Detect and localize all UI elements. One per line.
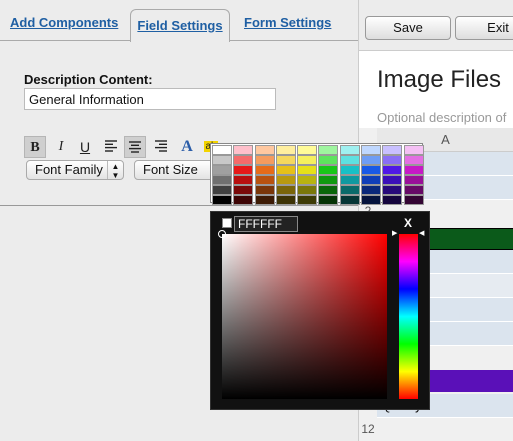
description-content-label: Description Content:: [24, 72, 153, 87]
align-left-icon: [105, 140, 117, 152]
tab-field-settings[interactable]: Field Settings: [130, 9, 230, 42]
color-swatch[interactable]: [233, 185, 254, 195]
description-content-input[interactable]: [24, 88, 276, 110]
color-swatch[interactable]: [254, 175, 275, 185]
align-center-icon: [129, 141, 141, 153]
color-picker-dialog: X ▶ ◀: [210, 211, 430, 410]
color-swatch[interactable]: [318, 155, 339, 165]
color-swatch[interactable]: [403, 145, 424, 155]
color-swatch[interactable]: [297, 155, 318, 165]
color-swatch[interactable]: [275, 185, 296, 195]
color-swatch[interactable]: [233, 175, 254, 185]
color-swatch[interactable]: [361, 175, 382, 185]
select-arrows-icon: ▲ ▼: [107, 161, 123, 180]
save-button[interactable]: Save: [365, 16, 451, 40]
font-size-value: Font Size: [143, 162, 198, 177]
color-swatch[interactable]: [318, 165, 339, 175]
italic-button[interactable]: I: [50, 136, 72, 158]
color-swatch[interactable]: [297, 185, 318, 195]
color-swatch[interactable]: [382, 145, 403, 155]
color-swatch[interactable]: [403, 195, 424, 205]
color-swatch[interactable]: [233, 155, 254, 165]
color-swatch[interactable]: [318, 175, 339, 185]
form-title: Image Files: [377, 66, 502, 93]
color-swatch[interactable]: [212, 185, 232, 195]
color-swatch[interactable]: [275, 165, 296, 175]
color-swatch-palette: [210, 143, 424, 205]
color-swatch[interactable]: [254, 195, 275, 205]
color-swatch[interactable]: [233, 145, 254, 155]
color-swatch[interactable]: [254, 185, 275, 195]
bold-button[interactable]: B: [24, 136, 46, 158]
color-swatch[interactable]: [382, 165, 403, 175]
color-swatch[interactable]: [403, 175, 424, 185]
color-swatch[interactable]: [254, 165, 275, 175]
color-swatch[interactable]: [382, 185, 403, 195]
hue-pointer-icon: ◀: [419, 230, 425, 237]
color-swatch[interactable]: [361, 155, 382, 165]
font-family-select[interactable]: Font Family ▲ ▼: [26, 160, 124, 180]
tab-form-settings[interactable]: Form Settings: [244, 9, 331, 42]
hue-pointer-icon: ▶: [392, 230, 398, 237]
color-swatch[interactable]: [275, 195, 296, 205]
color-swatch[interactable]: [318, 145, 339, 155]
color-swatch[interactable]: [361, 185, 382, 195]
row-number: 12: [361, 422, 375, 436]
tab-bar: Add Components Field Settings Form Setti…: [0, 0, 360, 42]
current-color-swatch: [222, 218, 232, 228]
color-swatch[interactable]: [275, 155, 296, 165]
color-swatch[interactable]: [318, 185, 339, 195]
color-swatch[interactable]: [382, 155, 403, 165]
form-description: Optional description of: [377, 110, 507, 125]
saturation-value-field[interactable]: [222, 234, 387, 399]
color-swatch[interactable]: [212, 145, 232, 155]
color-swatch[interactable]: [318, 195, 339, 205]
color-swatch[interactable]: [254, 155, 275, 165]
hue-slider[interactable]: [399, 234, 418, 399]
color-swatch[interactable]: [403, 185, 424, 195]
align-right-button[interactable]: [150, 136, 172, 158]
color-swatch[interactable]: [361, 195, 382, 205]
color-swatch[interactable]: [339, 155, 360, 165]
divider: [0, 205, 360, 206]
tab-add-components[interactable]: Add Components: [10, 9, 118, 42]
color-swatch[interactable]: [339, 165, 360, 175]
color-swatch[interactable]: [403, 155, 424, 165]
color-swatch[interactable]: [212, 155, 232, 165]
color-swatch[interactable]: [361, 145, 382, 155]
color-swatch[interactable]: [361, 165, 382, 175]
exit-button[interactable]: Exit: [455, 16, 513, 40]
color-swatch[interactable]: [212, 195, 232, 205]
color-swatch[interactable]: [382, 175, 403, 185]
color-swatch[interactable]: [382, 195, 403, 205]
font-size-select[interactable]: Font Size: [134, 160, 216, 180]
color-swatch[interactable]: [233, 195, 254, 205]
color-selection-marker[interactable]: [218, 230, 226, 238]
color-swatch[interactable]: [233, 165, 254, 175]
color-swatch[interactable]: [275, 145, 296, 155]
color-swatch[interactable]: [297, 145, 318, 155]
hex-color-input[interactable]: [234, 216, 298, 232]
color-swatch[interactable]: [339, 145, 360, 155]
color-swatch[interactable]: [403, 165, 424, 175]
underline-button[interactable]: U: [74, 136, 96, 158]
color-swatch[interactable]: [297, 165, 318, 175]
color-swatch[interactable]: [339, 175, 360, 185]
color-swatch[interactable]: [275, 175, 296, 185]
font-family-value: Font Family: [35, 162, 103, 177]
action-bar: Save Exit: [359, 0, 513, 51]
align-right-icon: [155, 140, 167, 152]
text-color-button[interactable]: A: [176, 136, 198, 158]
color-swatch[interactable]: [297, 195, 318, 205]
color-swatch[interactable]: [297, 175, 318, 185]
color-swatch[interactable]: [339, 185, 360, 195]
align-center-button[interactable]: [124, 136, 146, 158]
close-picker-button[interactable]: X: [404, 216, 412, 230]
color-swatch[interactable]: [339, 195, 360, 205]
color-swatch[interactable]: [212, 175, 232, 185]
color-swatch[interactable]: [212, 165, 232, 175]
align-left-button[interactable]: [100, 136, 122, 158]
color-swatch[interactable]: [254, 145, 275, 155]
